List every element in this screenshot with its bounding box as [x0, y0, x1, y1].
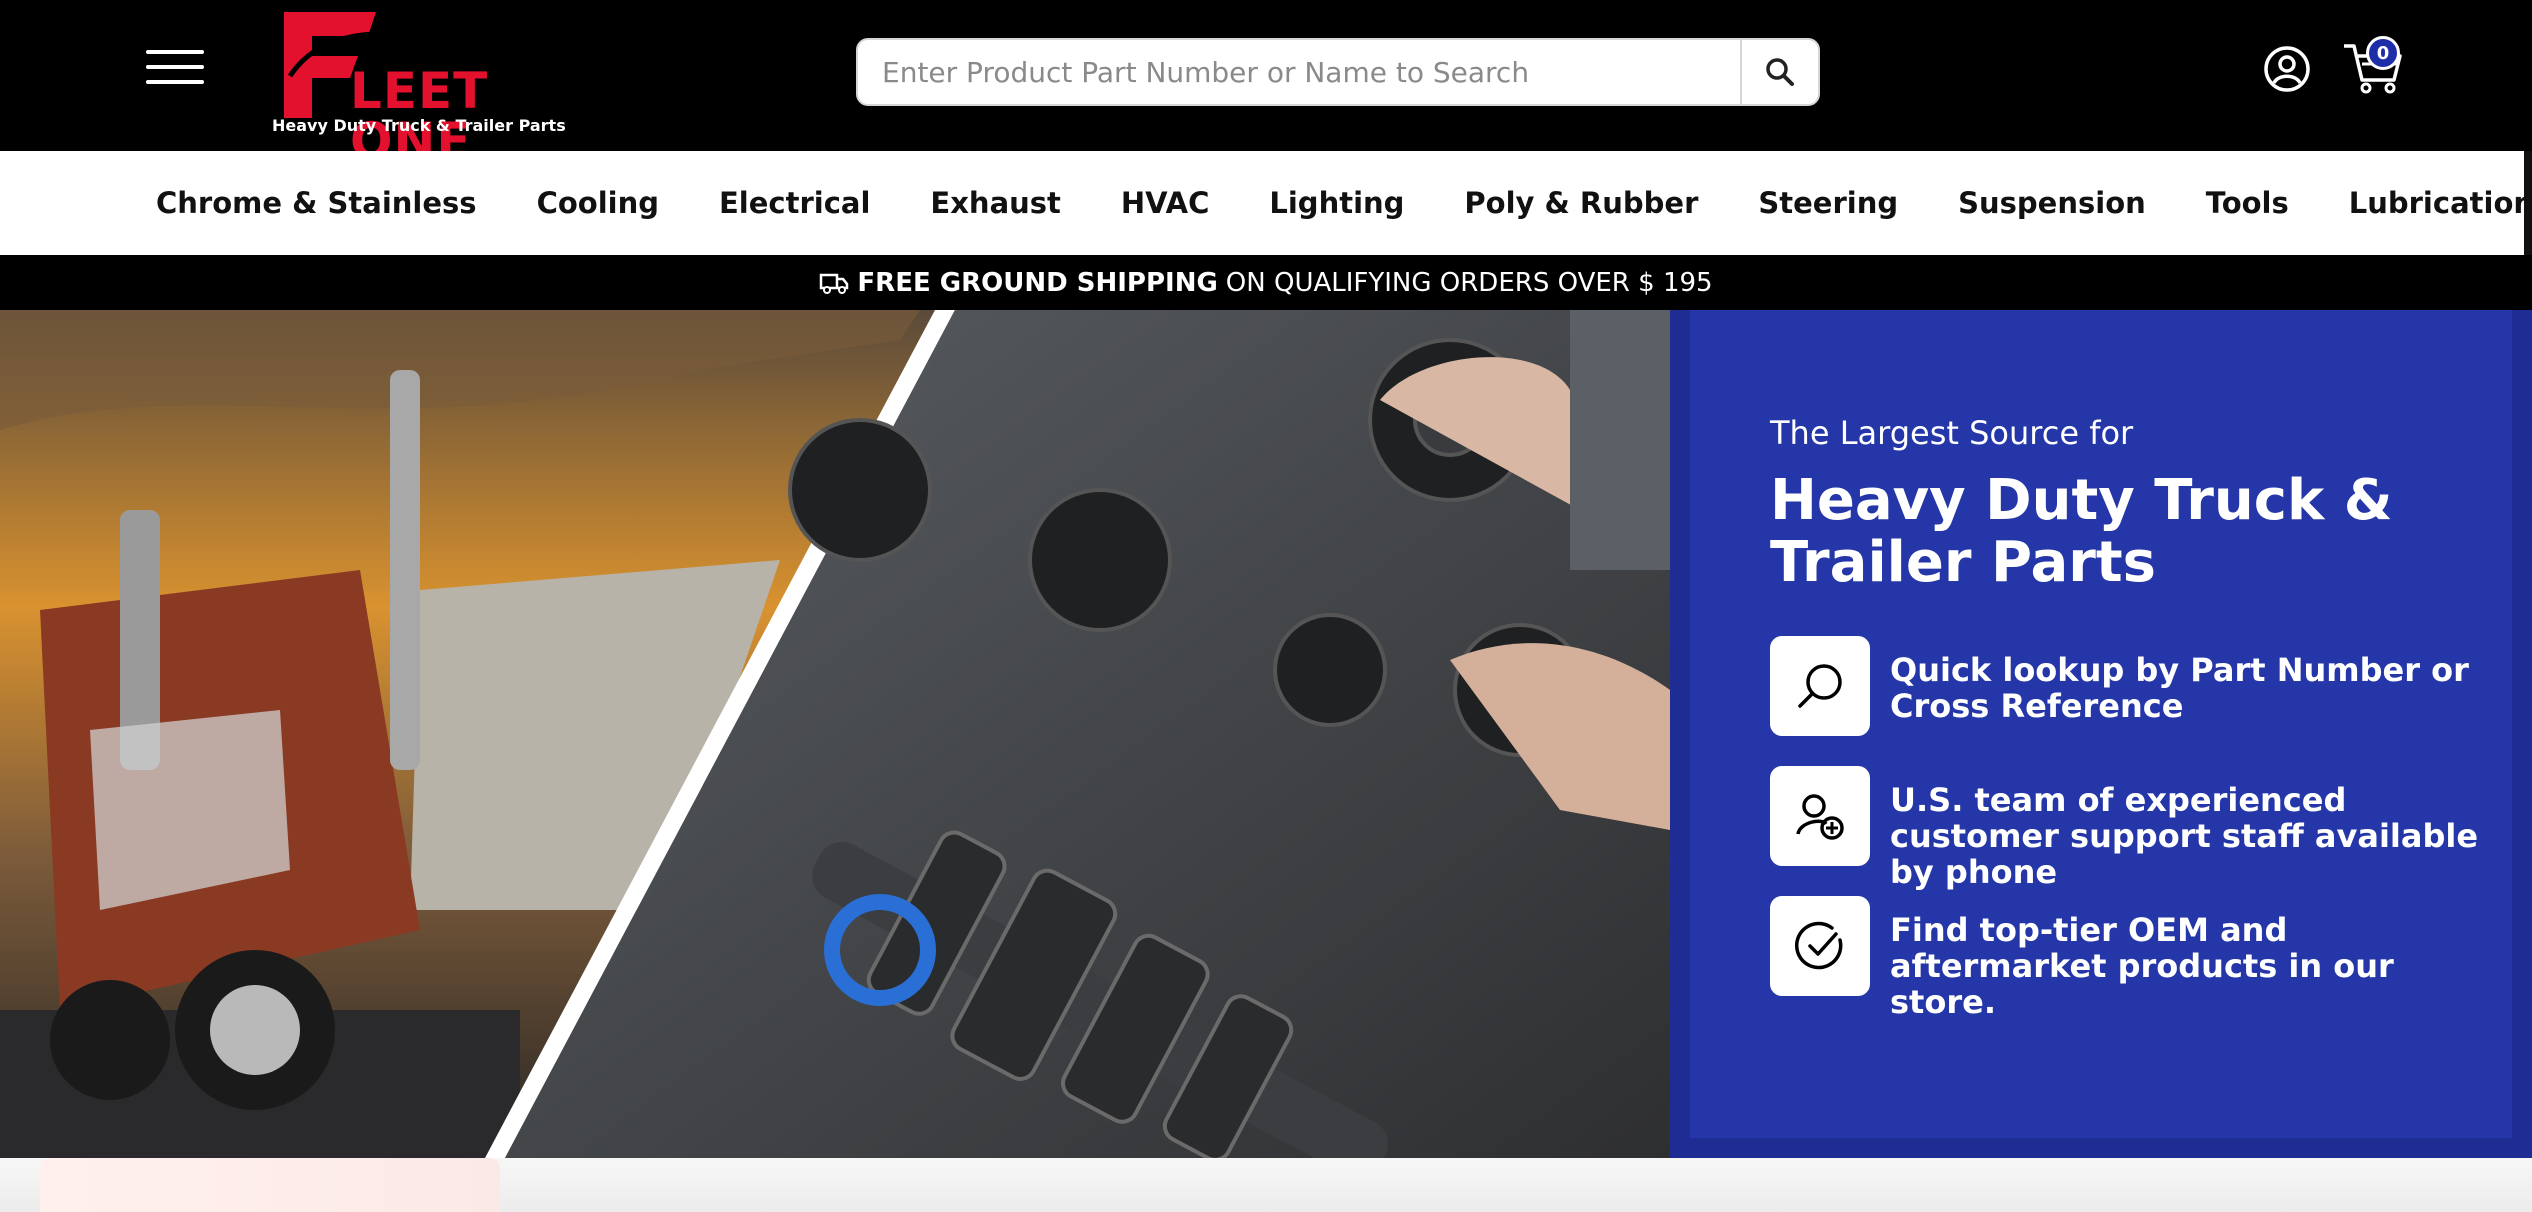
nav-item-poly-rubber[interactable]: Poly & Rubber [1464, 186, 1698, 220]
account-icon[interactable] [2262, 44, 2312, 94]
nav-item-steering[interactable]: Steering [1758, 186, 1898, 220]
shipping-text: ON QUALIFYING ORDERS OVER $ 195 [1225, 267, 1713, 298]
shipping-banner: FREE GROUND SHIPPING ON QUALIFYING ORDER… [0, 255, 2532, 310]
nav-item-suspension[interactable]: Suspension [1958, 186, 2146, 220]
feature-icon-box [1770, 636, 1870, 736]
nav-item-lubrication[interactable]: Lubrication [2349, 186, 2532, 220]
nav-item-exhaust[interactable]: Exhaust [930, 186, 1061, 220]
nav-item-cooling[interactable]: Cooling [537, 186, 659, 220]
feature-icon-box [1770, 896, 1870, 996]
menu-icon[interactable] [146, 50, 204, 84]
check-circle-icon [1794, 921, 1843, 970]
search-button[interactable] [1740, 40, 1818, 104]
next-section-card [40, 1158, 500, 1212]
feature-item: Quick lookup by Part Number or Cross Ref… [1770, 636, 2490, 736]
site-header: LEET ONE Heavy Duty Truck & Trailer Part… [0, 0, 2532, 166]
feature-item: Find top-tier OEM and aftermarket produc… [1770, 896, 2490, 1020]
truck-icon [820, 273, 849, 294]
nav-item-hvac[interactable]: HVAC [1121, 186, 1209, 220]
feature-text: Quick lookup by Part Number or Cross Ref… [1890, 651, 2469, 725]
site-logo[interactable]: LEET ONE Heavy Duty Truck & Trailer Part… [270, 6, 580, 166]
hero-image [0, 310, 1670, 1158]
nav-item-lighting[interactable]: Lighting [1269, 186, 1404, 220]
nav-item-electrical[interactable]: Electrical [719, 186, 870, 220]
shipping-bold-text: FREE GROUND SHIPPING [857, 267, 1218, 298]
logo-tagline: Heavy Duty Truck & Trailer Parts [272, 116, 566, 135]
search-bar [856, 38, 1820, 106]
promo-title: Heavy Duty Truck & Trailer Parts [1770, 468, 2393, 595]
hero-section: The Largest Source for Heavy Duty Truck … [0, 310, 2532, 1158]
cart-count-badge[interactable]: 0 [2366, 36, 2400, 70]
feature-text: Find top-tier OEM and aftermarket produc… [1890, 911, 2394, 1021]
promo-kicker: The Largest Source for [1770, 414, 2134, 452]
user-plus-icon [1796, 794, 1844, 840]
category-list: Chrome & Stainless Cooling Electrical Exhau… [156, 151, 2532, 255]
feature-item: U.S. team of experienced customer suppor… [1770, 766, 2490, 890]
next-section-strip [0, 1158, 2532, 1212]
search-icon [1798, 664, 1842, 708]
search-icon [1766, 58, 1794, 86]
promo-card: The Largest Source for Heavy Duty Truck … [1690, 310, 2512, 1138]
feature-icon-box [1770, 766, 1870, 866]
feature-text: U.S. team of experienced customer suppor… [1890, 781, 2479, 891]
promo-panel: The Largest Source for Heavy Duty Truck … [1670, 310, 2532, 1158]
nav-item-chrome-stainless[interactable]: Chrome & Stainless [156, 186, 477, 220]
search-input[interactable] [858, 40, 1742, 104]
category-nav: Chrome & Stainless Cooling Electrical Exhau… [0, 151, 2532, 255]
nav-item-tools[interactable]: Tools [2206, 186, 2289, 220]
